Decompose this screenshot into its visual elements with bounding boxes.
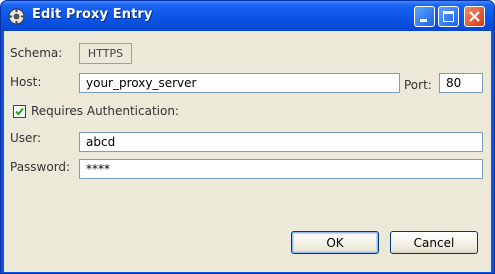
window-title: Edit Proxy Entry [32, 7, 153, 22]
port-label: Port: [404, 78, 432, 92]
schema-label: Schema: [10, 46, 63, 60]
maximize-icon [443, 11, 454, 22]
minimize-icon [420, 19, 427, 22]
minimize-button[interactable] [414, 6, 435, 27]
requires-authentication-label[interactable]: Requires Authentication: [31, 104, 179, 118]
maximize-button[interactable] [438, 6, 459, 27]
dialog-body: Schema: HTTPS Host: your_proxy_server Po… [4, 31, 491, 272]
password-input[interactable]: **** [79, 159, 483, 179]
cancel-button[interactable]: Cancel [390, 231, 478, 254]
host-label: Host: [10, 75, 42, 89]
host-input[interactable]: your_proxy_server [79, 73, 400, 93]
schema-value: HTTPS [79, 43, 132, 64]
dialog-window: Edit Proxy Entry Schema: HTTPS Host: you… [0, 0, 495, 274]
ok-button[interactable]: OK [291, 231, 379, 254]
password-label: Password: [10, 160, 71, 174]
checkmark-icon [15, 107, 24, 116]
port-input[interactable]: 80 [439, 73, 483, 93]
close-button[interactable] [464, 6, 485, 27]
requires-authentication-checkbox[interactable] [13, 105, 26, 118]
user-label: User: [10, 131, 42, 145]
user-input[interactable]: abcd [79, 132, 483, 152]
title-bar[interactable]: Edit Proxy Entry [1, 1, 494, 31]
close-icon [469, 11, 480, 22]
gear-icon [8, 8, 25, 25]
